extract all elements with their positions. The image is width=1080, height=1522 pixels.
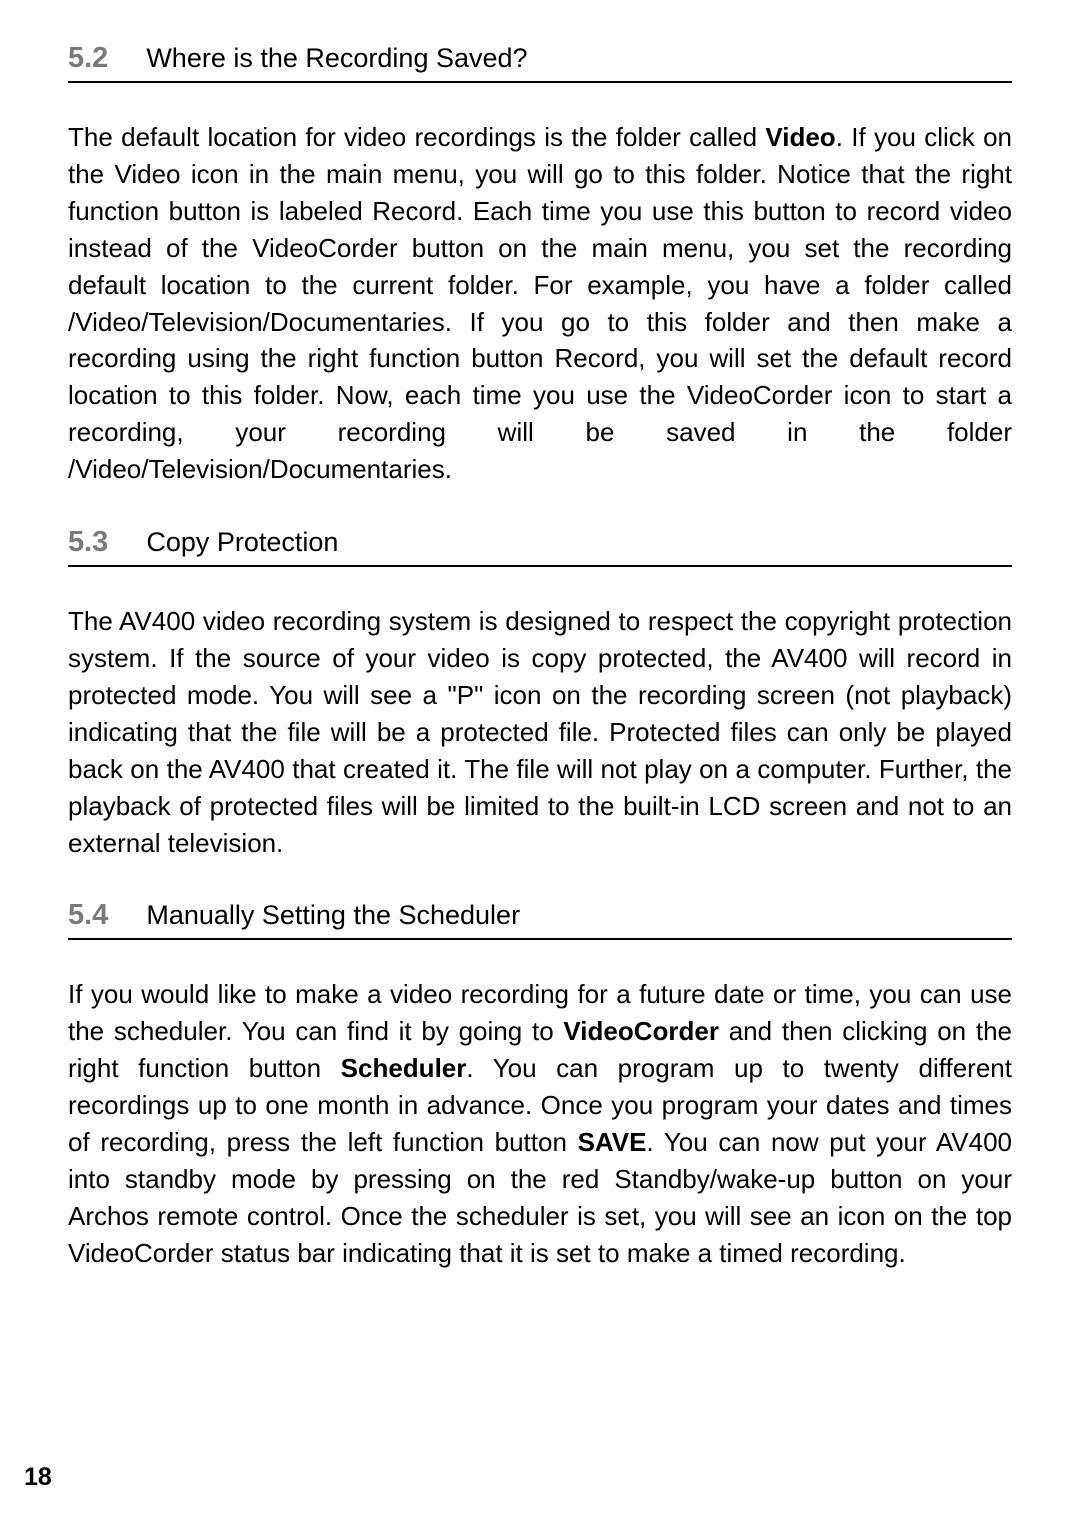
section-number: 5.3 (68, 526, 108, 559)
section-title: Copy Protection (146, 527, 338, 558)
bold-text: Video (765, 122, 835, 152)
bold-text: SAVE (578, 1127, 647, 1157)
page-number: 18 (24, 1463, 52, 1492)
bold-text: Scheduler (341, 1053, 467, 1083)
section-heading-5-2: 5.2 Where is the Recording Saved? (68, 42, 1012, 83)
section-heading-5-3: 5.3 Copy Protection (68, 526, 1012, 567)
body-text-fragment: The AV400 video recording system is desi… (68, 606, 1012, 857)
section-number: 5.2 (68, 42, 108, 75)
body-text-fragment: . If you click on the Video icon in the … (68, 122, 1012, 484)
section-body-5-4: If you would like to make a video record… (68, 976, 1012, 1271)
section-number: 5.4 (68, 899, 108, 932)
section-title: Manually Setting the Scheduler (146, 900, 520, 931)
body-text-fragment: The default location for video recording… (68, 122, 765, 152)
section-body-5-3: The AV400 video recording system is desi… (68, 603, 1012, 861)
section-title: Where is the Recording Saved? (146, 43, 527, 74)
bold-text: VideoCorder (563, 1016, 719, 1046)
section-body-5-2: The default location for video recording… (68, 119, 1012, 488)
section-heading-5-4: 5.4 Manually Setting the Scheduler (68, 899, 1012, 940)
